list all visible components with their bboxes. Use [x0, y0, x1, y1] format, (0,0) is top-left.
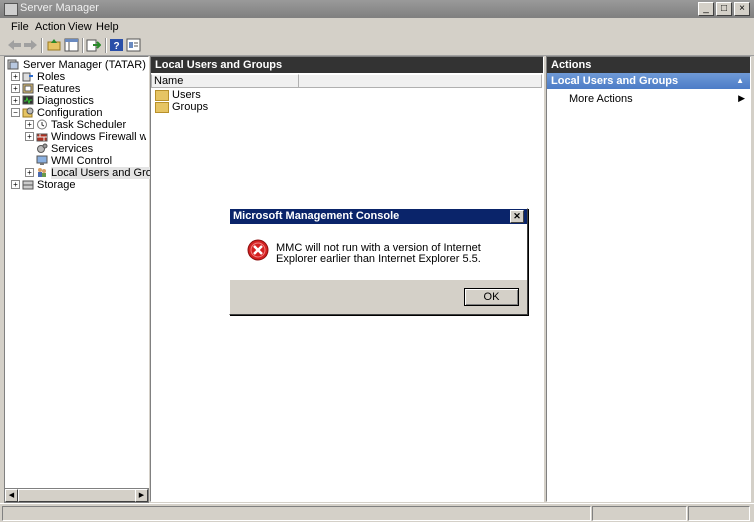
- column-header-blank[interactable]: [298, 74, 542, 88]
- tree-item-configuration[interactable]: − Configuration: [5, 107, 145, 119]
- export-icon[interactable]: [86, 38, 101, 52]
- wmi-icon: [36, 155, 48, 165]
- dialog-title: Microsoft Management Console: [233, 210, 400, 222]
- menu-help[interactable]: Help: [96, 21, 119, 33]
- scroll-left-icon[interactable]: ◀: [5, 489, 18, 502]
- tree-item-wmi-control[interactable]: WMI Control: [5, 155, 145, 167]
- expand-icon[interactable]: +: [11, 72, 20, 81]
- tree-item-services[interactable]: Services: [5, 143, 145, 155]
- server-manager-icon: [7, 59, 19, 70]
- ok-button[interactable]: OK: [464, 288, 519, 306]
- submenu-arrow-icon: ▶: [738, 93, 745, 103]
- console-tree[interactable]: Server Manager (TATAR) + Roles + Feature…: [4, 56, 170, 502]
- title-bar: Server Manager _ □ ×: [0, 0, 754, 18]
- toolbar: ?: [0, 36, 754, 56]
- up-folder-icon[interactable]: [47, 38, 62, 52]
- column-header-name[interactable]: Name: [151, 74, 299, 88]
- tree-item-roles[interactable]: + Roles: [5, 71, 145, 83]
- status-panel: [688, 506, 750, 521]
- actions-header: Actions: [547, 57, 750, 73]
- scroll-thumb[interactable]: [18, 489, 138, 502]
- menu-bar: File Action View Help: [0, 18, 754, 36]
- maximize-button[interactable]: □: [716, 2, 732, 16]
- diagnostics-icon: [22, 95, 34, 105]
- menu-action[interactable]: Action: [35, 21, 66, 33]
- tree-item-task-scheduler[interactable]: + Task Scheduler: [5, 119, 145, 131]
- configuration-icon: [22, 107, 34, 118]
- dialog-body: MMC will not run with a version of Inter…: [230, 224, 527, 280]
- dialog-close-button[interactable]: ✕: [510, 210, 524, 223]
- menu-view[interactable]: View: [68, 21, 92, 33]
- list-item-users[interactable]: Users: [155, 89, 275, 101]
- task-scheduler-icon: [37, 119, 47, 130]
- forward-icon[interactable]: [23, 38, 38, 52]
- tree-item-diagnostics[interactable]: + Diagnostics: [5, 95, 145, 107]
- svg-text:?: ?: [113, 41, 119, 52]
- tree-item-storage[interactable]: + Storage: [5, 179, 145, 191]
- error-dialog: Microsoft Management Console ✕ MMC will …: [229, 208, 528, 315]
- tree-item-local-users-and-groups[interactable]: + Local Users and Groups: [5, 167, 170, 179]
- list-item-groups[interactable]: Groups: [155, 101, 275, 113]
- users-groups-icon: [38, 168, 46, 177]
- dialog-message: MMC will not run with a version of Inter…: [276, 242, 481, 265]
- tree-root-label: Server Manager (TATAR): [23, 59, 146, 71]
- expand-icon[interactable]: +: [11, 84, 20, 93]
- back-icon[interactable]: [7, 38, 22, 52]
- tree-item-windows-firewall[interactable]: + Windows Firewall with Adva: [5, 131, 146, 143]
- features-icon: [22, 83, 34, 94]
- storage-icon: [22, 180, 34, 190]
- expand-icon[interactable]: +: [25, 132, 34, 141]
- roles-icon: [22, 72, 33, 82]
- expand-icon[interactable]: +: [11, 96, 20, 105]
- expand-icon[interactable]: +: [11, 180, 20, 189]
- close-button[interactable]: ×: [734, 2, 750, 16]
- minimize-button[interactable]: _: [698, 2, 714, 16]
- help-icon[interactable]: ?: [109, 38, 124, 52]
- window-title: Server Manager: [20, 2, 99, 14]
- server-manager-icon: [4, 3, 18, 16]
- status-panel: [592, 506, 687, 521]
- expand-icon[interactable]: +: [25, 120, 34, 129]
- tree-horizontal-scrollbar[interactable]: ◀ ▶: [4, 488, 149, 503]
- show-hide-tree-icon[interactable]: [64, 38, 79, 52]
- folder-icon: [155, 90, 169, 101]
- tree-item-features[interactable]: + Features: [5, 83, 145, 95]
- actions-pane: Actions Local Users and Groups ▲ More Ac…: [546, 56, 751, 502]
- results-header: Local Users and Groups: [151, 57, 543, 73]
- properties-icon[interactable]: [126, 38, 141, 52]
- folder-icon: [155, 102, 169, 113]
- menu-file[interactable]: File: [11, 21, 29, 33]
- firewall-icon: [36, 133, 48, 142]
- more-actions-item[interactable]: More Actions ▶: [569, 93, 747, 105]
- status-bar: [0, 503, 754, 522]
- dialog-title-bar: Microsoft Management Console ✕: [230, 209, 527, 224]
- error-icon: [247, 239, 269, 261]
- services-icon: [37, 143, 48, 153]
- collapse-arrow-icon[interactable]: ▲: [736, 73, 744, 89]
- status-panel: [2, 506, 591, 521]
- actions-section-header[interactable]: Local Users and Groups ▲: [547, 73, 750, 89]
- scroll-right-icon[interactable]: ▶: [135, 489, 148, 502]
- collapse-icon[interactable]: −: [11, 108, 20, 117]
- expand-icon[interactable]: +: [25, 168, 34, 177]
